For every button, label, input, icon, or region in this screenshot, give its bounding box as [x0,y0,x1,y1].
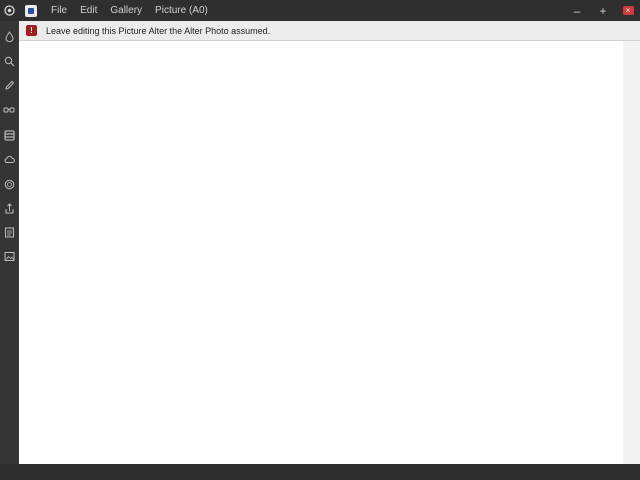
menu-bar: File Edit Gallery Picture (A0) [45,5,215,16]
document-icon[interactable] [2,225,16,239]
window-controls: – + × [564,0,640,21]
close-button[interactable]: × [616,0,640,21]
image-icon[interactable] [2,249,16,263]
warning-icon: ! [26,25,37,36]
magnifier-icon[interactable] [2,54,16,68]
layers-icon[interactable] [2,128,16,142]
system-menu-icon[interactable] [2,4,16,18]
cloud-icon[interactable] [2,152,16,166]
right-panel-edge [623,41,640,464]
image-canvas[interactable] [19,41,623,464]
glasses-icon[interactable] [2,103,16,117]
pencil-icon[interactable] [2,78,16,92]
notification-text: Leave editing this Picture Alter the Alt… [46,25,271,36]
app-window: File Edit Gallery Picture (A0) – + × ! L… [0,0,640,480]
app-logo-icon [25,4,37,17]
tool-sidebar [0,21,18,480]
title-bar: File Edit Gallery Picture (A0) – + × [0,0,640,21]
maximize-button[interactable]: + [590,0,616,21]
circle-icon[interactable] [2,177,16,191]
share-icon[interactable] [2,201,16,215]
status-bar [0,464,640,480]
menu-picture[interactable]: Picture (A0) [149,5,215,16]
minimize-button[interactable]: – [564,0,590,21]
menu-file[interactable]: File [45,5,74,16]
menu-gallery[interactable]: Gallery [104,5,149,16]
notification-bar: ! Leave editing this Picture Alter the A… [19,21,640,41]
menu-edit[interactable]: Edit [74,5,104,16]
close-icon: × [622,6,634,15]
drop-icon[interactable] [2,29,16,43]
